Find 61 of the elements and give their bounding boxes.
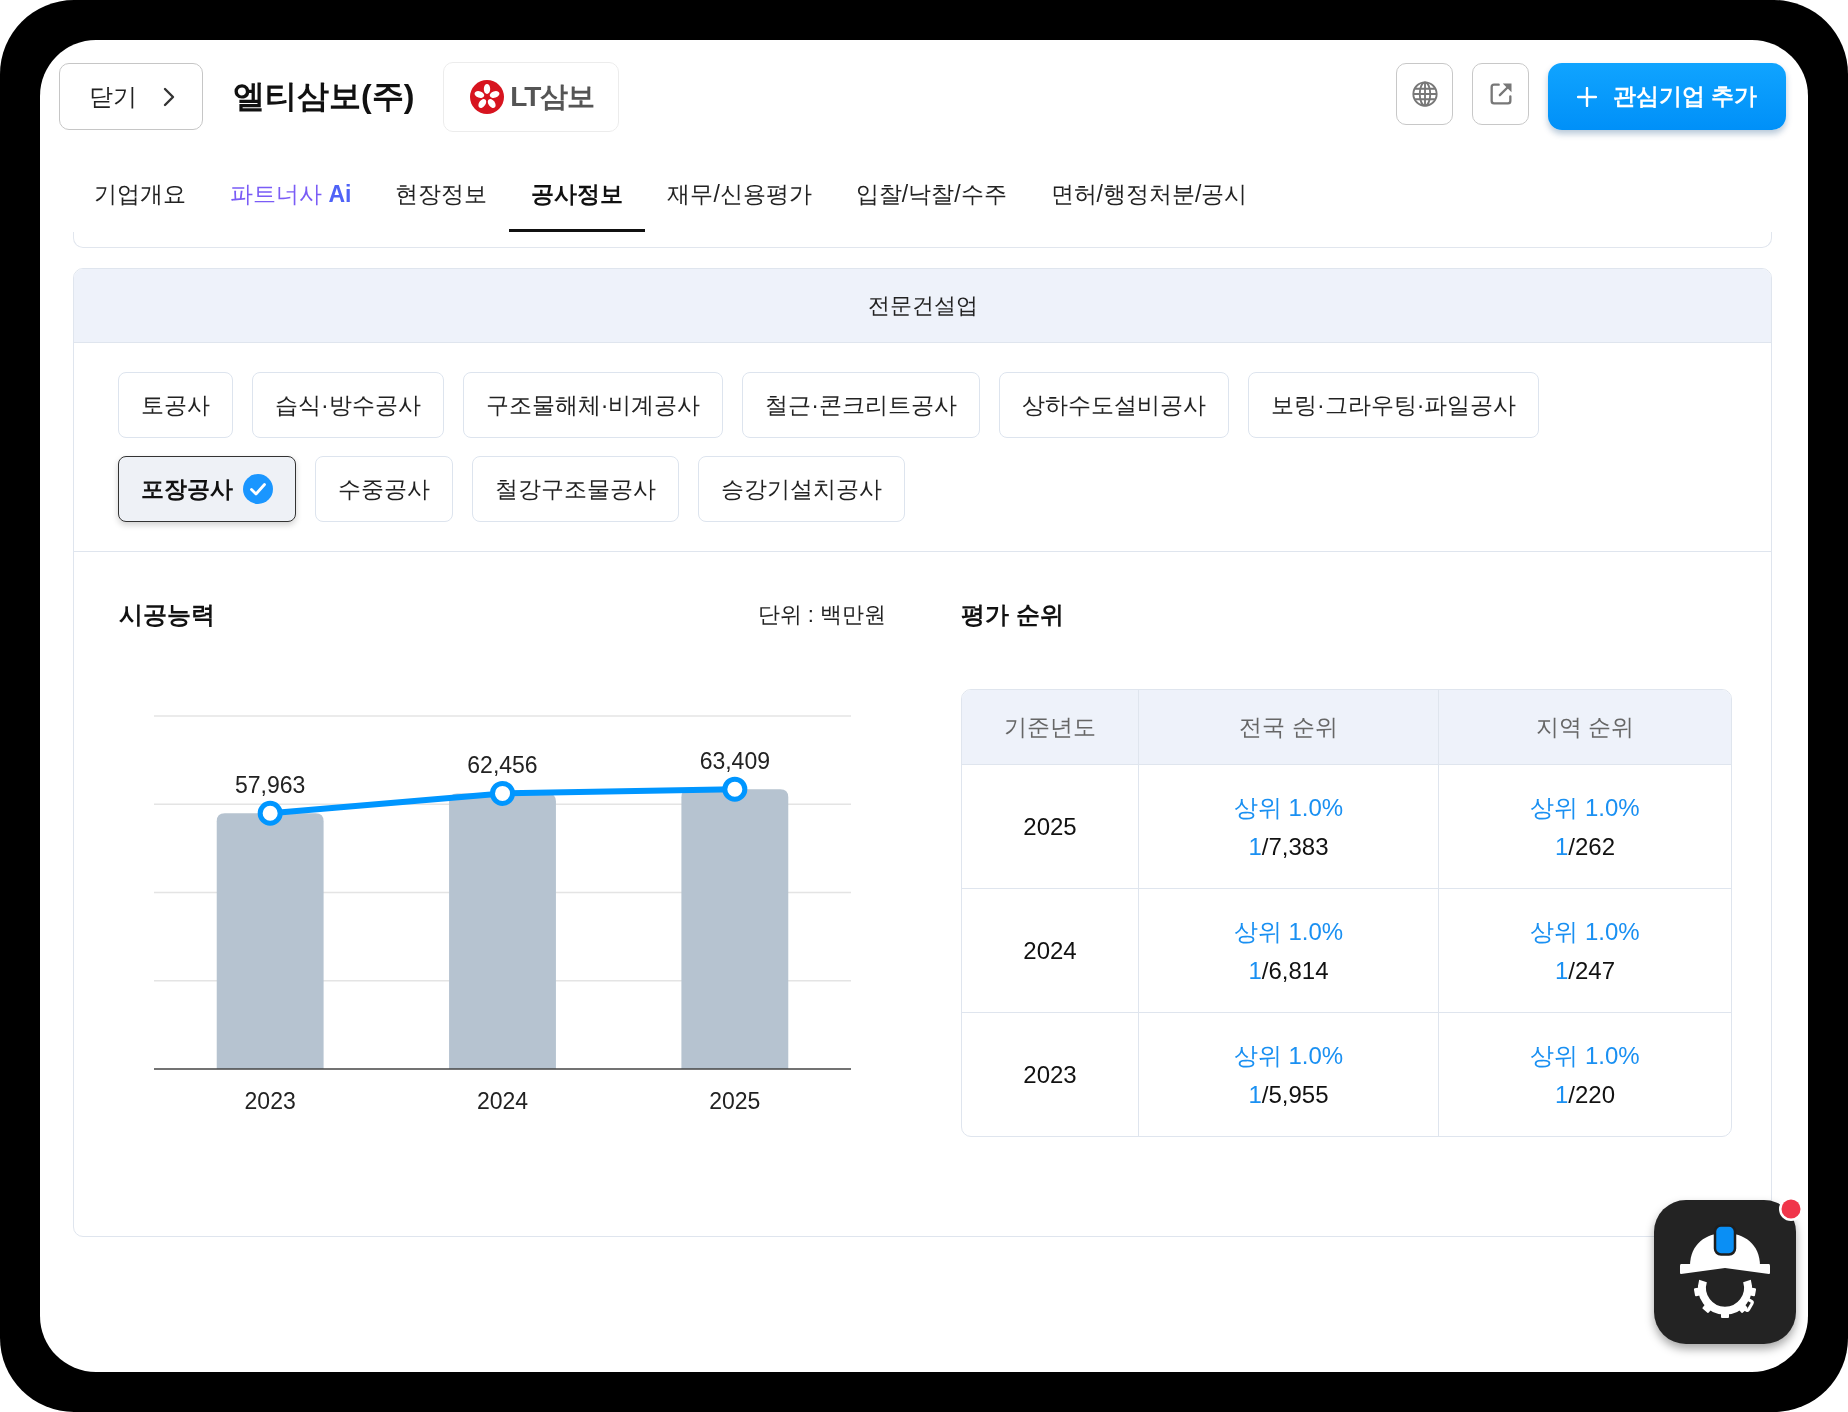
table-cell: 2025: [962, 765, 1138, 889]
category-tag[interactable]: 습식·방수공사: [252, 372, 444, 438]
globe-button[interactable]: [1396, 63, 1453, 125]
company-name: 엘티삼보(주): [233, 76, 415, 116]
axis-label: 2025: [709, 1088, 761, 1114]
tab[interactable]: 파트너사 Ai: [208, 160, 374, 232]
point-marker-icon: [722, 776, 748, 802]
assistant-button[interactable]: [1654, 1200, 1796, 1344]
logo-icon: [470, 79, 505, 114]
chevron-right-icon: [163, 86, 175, 107]
percentile-text: 상위 1.0%: [1233, 916, 1344, 947]
percentile-text: 상위 1.0%: [1530, 1040, 1640, 1071]
category-tag[interactable]: 승강기설치공사: [698, 456, 905, 522]
close-button[interactable]: 닫기: [59, 63, 203, 130]
percentile-text: 상위 1.0%: [1530, 916, 1640, 947]
category-tag[interactable]: 상하수도설비공사: [999, 372, 1229, 438]
globe-icon: [1410, 80, 1439, 108]
rank-text: 1/262: [1554, 831, 1616, 862]
rank-text: 1/247: [1554, 955, 1616, 986]
tab[interactable]: 입찰/낙찰/수주: [833, 160, 1029, 232]
logo-text: LT삼보: [510, 79, 595, 114]
tab[interactable]: 기업개요: [72, 160, 208, 232]
axis-label: 2023: [244, 1088, 296, 1114]
table-cell: 2024: [962, 889, 1138, 1013]
section-title: 전문건설업: [867, 291, 978, 320]
category-tag[interactable]: 철강구조물공사: [472, 456, 679, 522]
category-tag[interactable]: 철근·콘크리트공사: [742, 372, 980, 438]
category-tag[interactable]: 토공사: [118, 372, 233, 438]
chart-title: 시공능력: [119, 600, 215, 630]
tab[interactable]: 현장정보: [373, 160, 510, 232]
column-header: 지역 순위: [1438, 690, 1731, 765]
point-marker-icon: [257, 800, 283, 826]
table-cell-text: 2023: [1022, 1059, 1078, 1090]
category-tag[interactable]: 포장공사: [118, 456, 296, 522]
category-tag[interactable]: 구조물해체·비계공사: [462, 372, 724, 438]
point-marker-icon: [490, 780, 515, 806]
plus-icon: [1576, 86, 1597, 107]
data-label: 57,963: [235, 772, 306, 799]
rank-text: 1/7,383: [1248, 831, 1329, 862]
notification-dot-icon: [1778, 1196, 1804, 1222]
tab[interactable]: 재무/신용평가: [645, 160, 834, 232]
tab[interactable]: 공사정보: [509, 160, 646, 232]
percentile-text: 상위 1.0%: [1233, 792, 1344, 823]
table-title: 평가 순위: [961, 600, 1064, 630]
rank-text: 1/220: [1554, 1079, 1616, 1110]
data-label: 63,409: [699, 748, 770, 775]
unit-label: 단위 : 백만원: [757, 601, 886, 629]
column-header: 전국 순위: [1138, 690, 1438, 765]
helmet-gear-icon: [1679, 1224, 1771, 1320]
rank-text: 1/6,814: [1248, 955, 1329, 986]
check-circle-icon: [243, 474, 273, 504]
rank-text: 1/5,955: [1248, 1079, 1329, 1110]
percentile-text: 상위 1.0%: [1530, 792, 1640, 823]
percentile-text: 상위 1.0%: [1233, 1040, 1344, 1071]
data-label: 62,456: [467, 752, 538, 779]
tab[interactable]: 면허/행정처분/공시: [1028, 160, 1270, 232]
axis-label: 2024: [476, 1088, 529, 1114]
category-tag[interactable]: 보링·그라우팅·파일공사: [1248, 372, 1540, 438]
category-tag[interactable]: 수중공사: [315, 456, 453, 522]
column-header: 기준년도: [962, 690, 1138, 765]
share-button[interactable]: [1472, 63, 1529, 125]
